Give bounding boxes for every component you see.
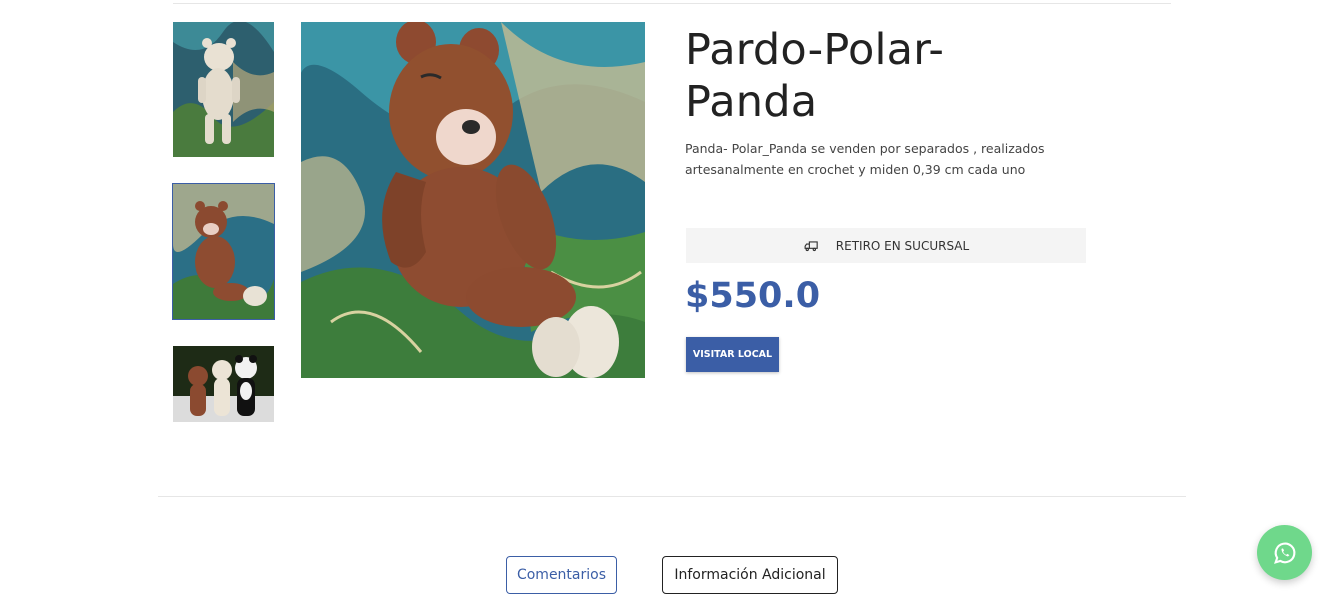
tab-comments[interactable]: Comentarios	[506, 556, 617, 594]
truck-icon	[804, 241, 818, 252]
tab-additional-info[interactable]: Información Adicional	[662, 556, 838, 594]
product-page: Pardo-Polar-Panda Panda- Polar_Panda se …	[0, 0, 1341, 613]
top-divider	[173, 3, 1171, 4]
thumbnail-three-bears[interactable]	[173, 346, 274, 422]
shipping-option: RETIRO EN SUCURSAL	[686, 228, 1086, 263]
visit-store-button[interactable]: VISITAR LOCAL	[686, 337, 779, 372]
whatsapp-icon	[1273, 542, 1295, 564]
product-title: Pardo-Polar-Panda	[685, 25, 945, 127]
thumbnail-polar-bear[interactable]	[173, 22, 274, 157]
shipping-label: RETIRO EN SUCURSAL	[835, 238, 970, 253]
whatsapp-button[interactable]	[1257, 525, 1312, 580]
thumbnail-brown-bear[interactable]	[172, 183, 275, 320]
section-divider	[158, 496, 1186, 497]
main-product-image[interactable]	[301, 22, 645, 378]
product-price: $550.0	[685, 276, 821, 316]
product-description: Panda- Polar_Panda se venden por separad…	[685, 141, 1045, 177]
